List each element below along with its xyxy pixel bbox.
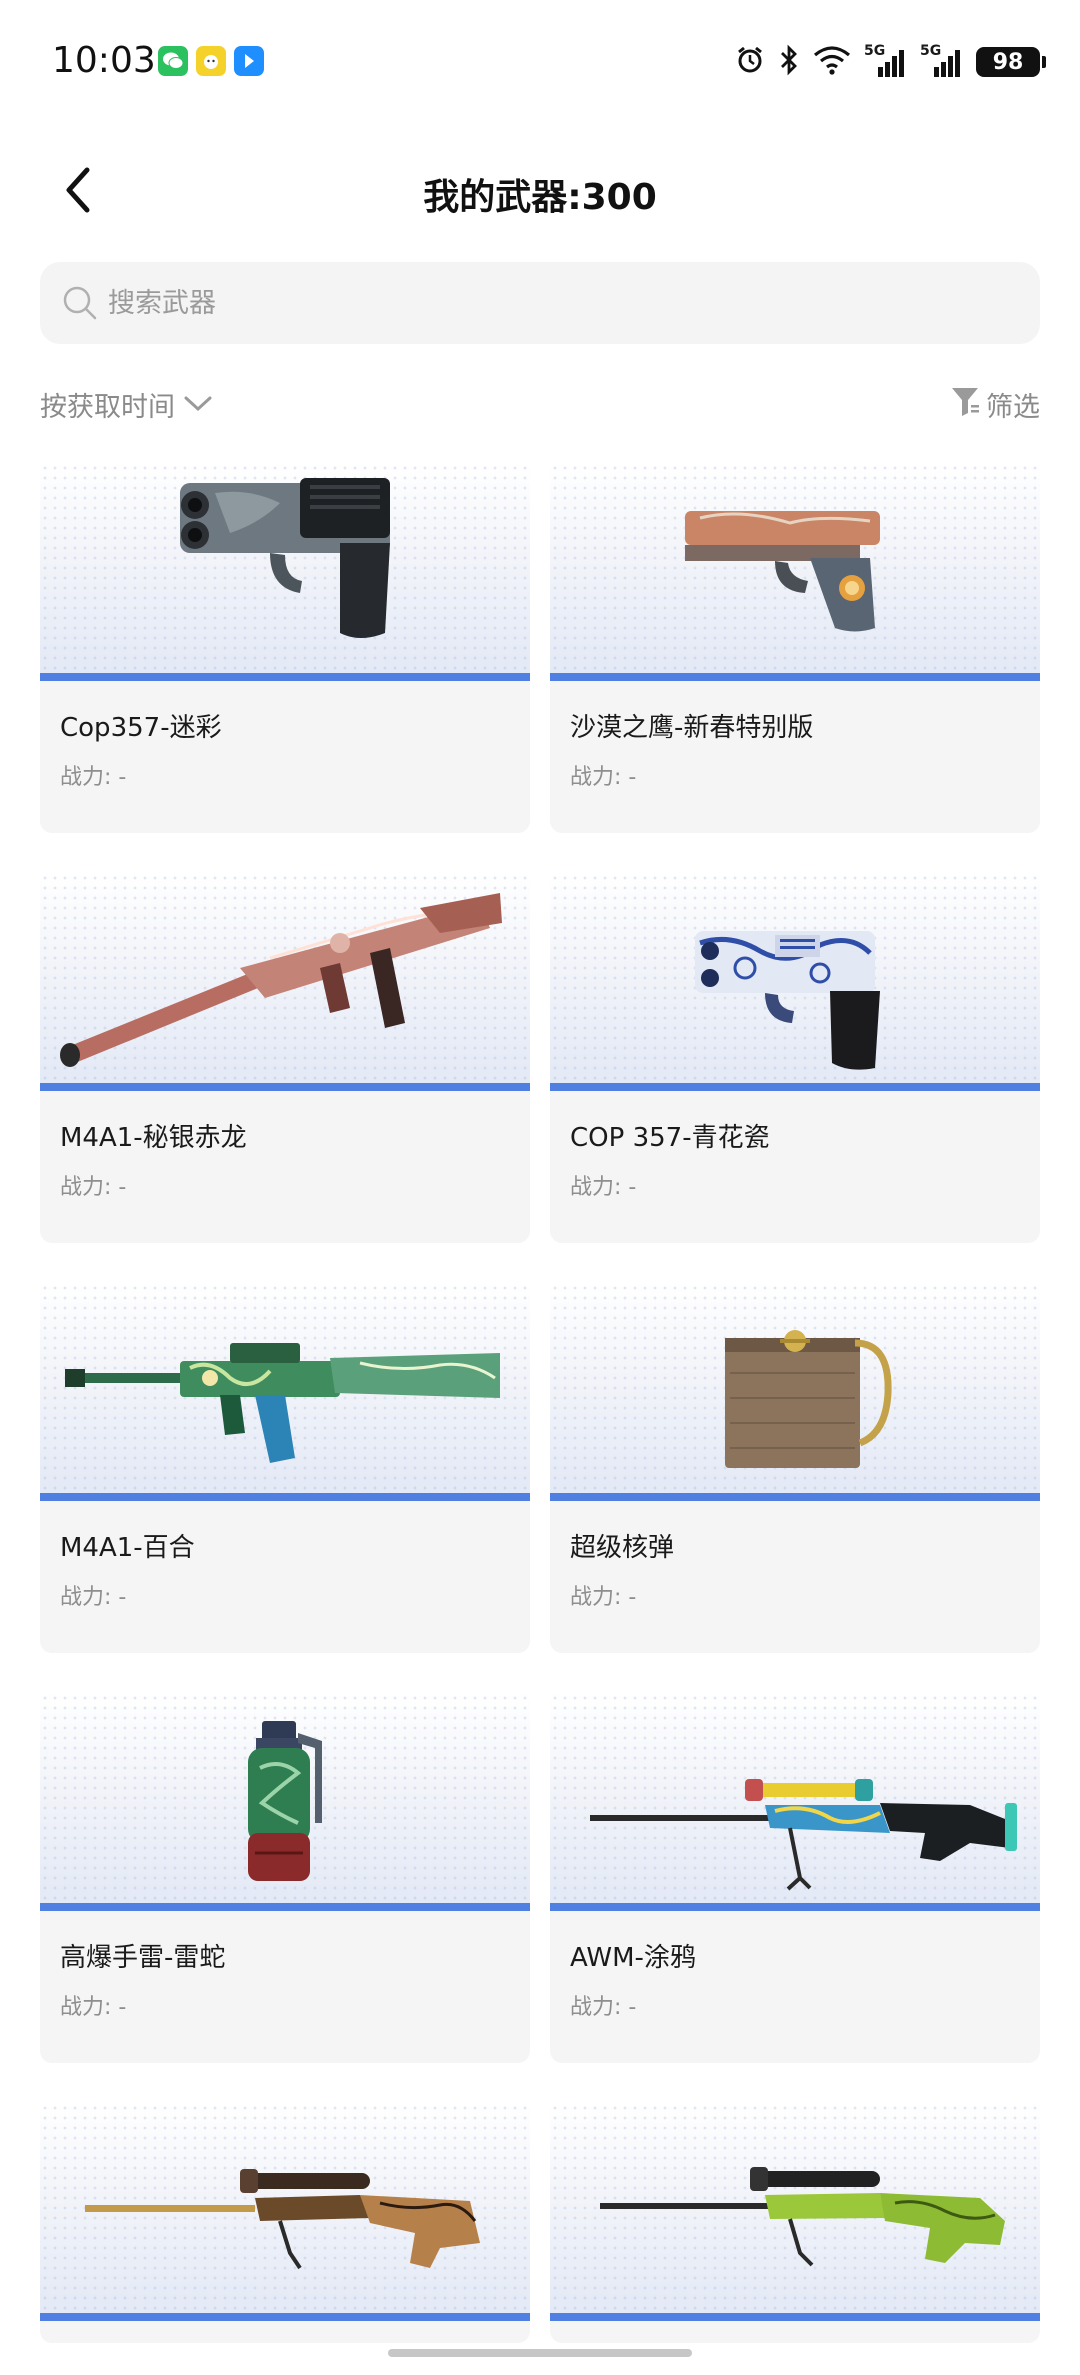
sort-filter-row: 按获取时间 筛选	[40, 385, 1040, 431]
weapon-name: COP 357-青花瓷	[570, 1123, 770, 1153]
weapon-power: 战力: -	[570, 1175, 637, 1200]
filter-icon	[950, 385, 980, 424]
weapon-image	[550, 463, 1040, 681]
weapon-power: 战力: -	[570, 1995, 637, 2020]
weapon-power: 战力: -	[60, 765, 127, 790]
weapon-card[interactable]: 沙漠之鹰-新春特别版 战力: -	[550, 463, 1040, 833]
weapon-name: M4A1-百合	[60, 1533, 195, 1563]
search-input[interactable]	[106, 286, 990, 320]
sort-label: 按获取时间	[40, 392, 175, 423]
weapon-name: AWM-涂鸦	[570, 1943, 696, 1973]
weapon-image	[40, 1283, 530, 1501]
filter-button[interactable]: 筛选	[950, 385, 1040, 424]
weapon-power: 战力: -	[60, 1175, 127, 1200]
weapon-card[interactable]	[550, 2103, 1040, 2343]
nuke-box-icon	[725, 1330, 892, 1468]
status-indicators: 5G 5G 98	[734, 43, 1046, 80]
weapon-name: 沙漠之鹰-新春特别版	[570, 713, 814, 743]
weapon-power: 战力: -	[60, 1995, 127, 2020]
chevron-down-icon	[183, 389, 213, 420]
signal-5g-icon-2: 5G	[920, 43, 964, 79]
weapon-card[interactable]: M4A1-百合 战力: -	[40, 1283, 530, 1653]
weapon-name: Cop357-迷彩	[60, 713, 222, 743]
weapon-image	[550, 873, 1040, 1091]
page-title: 我的武器:300	[423, 177, 657, 218]
weapon-card[interactable]: COP 357-青花瓷 战力: -	[550, 873, 1040, 1243]
weapon-card[interactable]: AWM-涂鸦 战力: -	[550, 1693, 1040, 2063]
rifle-icon	[65, 1343, 500, 1463]
battery-indicator: 98	[976, 47, 1046, 77]
wifi-icon	[812, 44, 852, 80]
weapon-card[interactable]	[40, 2103, 530, 2343]
app-badge-icon	[196, 46, 226, 76]
pistol-icon	[695, 931, 880, 1070]
weapon-name: 高爆手雷-雷蛇	[60, 1943, 226, 1973]
weapon-grid: Cop357-迷彩 战力: - 沙漠之鹰-新春特别版 战力: - M4A1-秘银…	[40, 463, 1040, 2343]
weapon-image	[40, 1693, 530, 1911]
weapon-card[interactable]: M4A1-秘银赤龙 战力: -	[40, 873, 530, 1243]
home-indicator[interactable]	[388, 2349, 692, 2357]
page-header: 我的武器:300	[0, 150, 1080, 230]
weapon-power: 战力: -	[570, 1585, 637, 1610]
weapon-name: M4A1-秘银赤龙	[60, 1123, 247, 1153]
search-icon	[60, 283, 100, 323]
weapon-power: 战力: -	[60, 1585, 127, 1610]
weapon-image	[40, 463, 530, 681]
alarm-icon	[734, 44, 766, 80]
weapon-image	[550, 2103, 1040, 2321]
sniper-rifle-icon	[600, 2167, 1005, 2267]
weapon-card[interactable]: 超级核弹 战力: -	[550, 1283, 1040, 1653]
weapon-image	[40, 873, 530, 1091]
signal-5g-icon: 5G	[864, 43, 908, 79]
weapon-card[interactable]: Cop357-迷彩 战力: -	[40, 463, 530, 833]
status-bar: 10:03 5G 5G 98	[0, 0, 1080, 130]
bluetooth-icon	[778, 44, 800, 80]
sniper-rifle-icon	[590, 1779, 1017, 1891]
grenade-icon	[248, 1721, 322, 1881]
sniper-rifle-icon	[85, 2169, 480, 2270]
status-app-icons	[158, 46, 264, 76]
pistol-icon	[685, 511, 880, 632]
rifle-icon	[60, 893, 502, 1067]
weapon-image	[40, 2103, 530, 2321]
filter-label: 筛选	[986, 392, 1040, 423]
weapon-card[interactable]: 高爆手雷-雷蛇 战力: -	[40, 1693, 530, 2063]
wechat-icon	[158, 46, 188, 76]
sort-dropdown[interactable]: 按获取时间	[40, 385, 213, 424]
direction-app-icon	[234, 46, 264, 76]
search-bar[interactable]	[40, 262, 1040, 344]
weapon-power: 战力: -	[570, 765, 637, 790]
status-time: 10:03	[52, 40, 156, 81]
weapon-image	[550, 1693, 1040, 1911]
weapon-image	[550, 1283, 1040, 1501]
pistol-icon	[180, 478, 390, 638]
weapon-name: 超级核弹	[570, 1533, 675, 1563]
